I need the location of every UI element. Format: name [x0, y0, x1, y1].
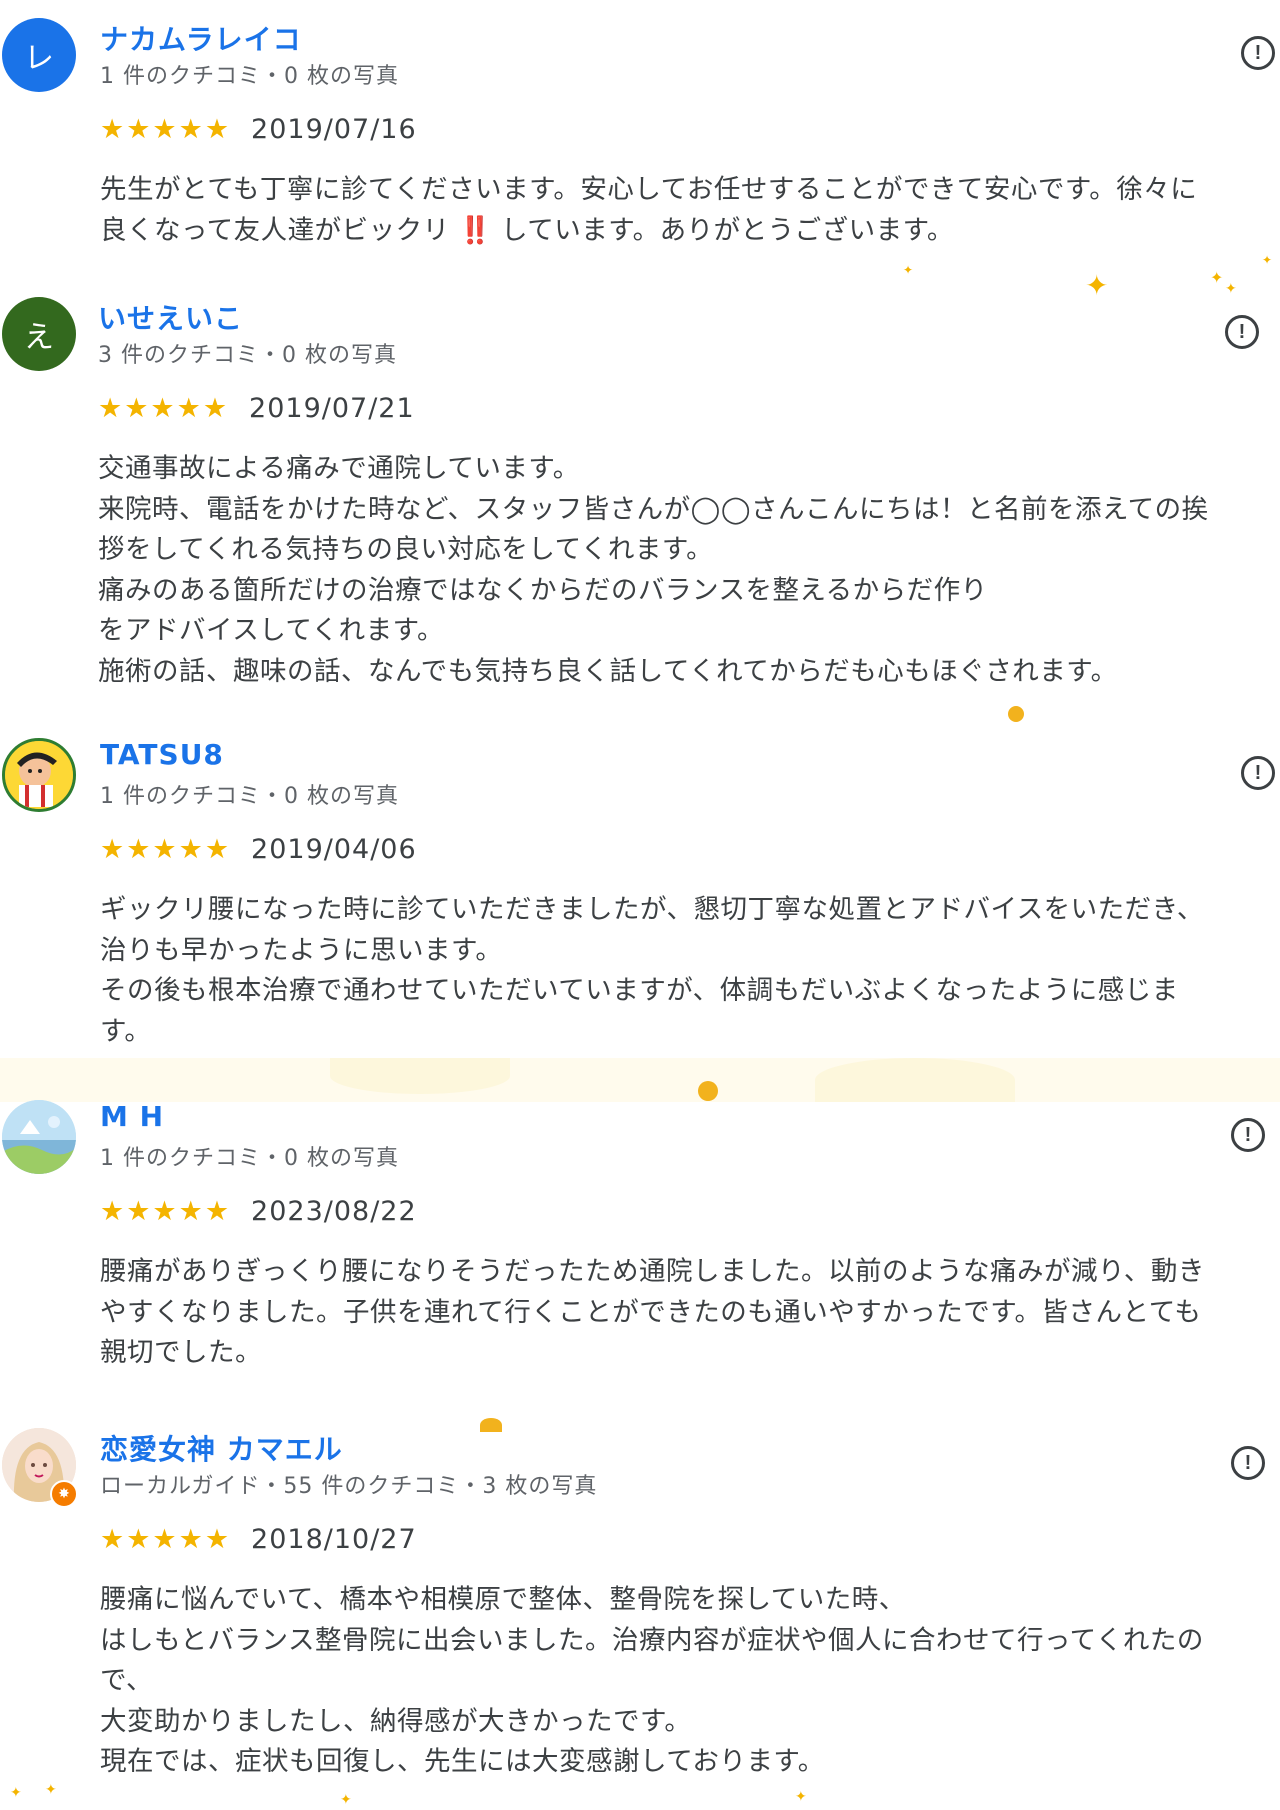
photo-avatar-icon [2, 1100, 76, 1174]
reviewer-name[interactable]: いせえいこ [98, 297, 243, 337]
star-rating: ★★★★★ [98, 393, 230, 424]
sparkle-icon: ✦ [903, 263, 914, 277]
sparkle-icon: ✦ [1262, 253, 1273, 267]
rating-row: ★★★★★ 2023/08/22 [100, 1196, 417, 1227]
rating-row: ★★★★★ 2018/10/27 [100, 1524, 417, 1555]
reviewer-meta: 1 件のクチコミ・0 枚の写真 [100, 1146, 399, 1171]
rating-row: ★★★★★ 2019/07/21 [98, 393, 415, 424]
report-icon[interactable]: ! [1231, 1118, 1265, 1152]
star-rating: ★★★★★ [100, 1524, 232, 1555]
avatar[interactable] [2, 1100, 76, 1174]
report-icon[interactable]: ! [1231, 1446, 1265, 1480]
review-text: 交通事故による痛みで通院しています。 来院時、電話をかけた時など、スタッフ皆さん… [98, 453, 1209, 687]
sparkle-icon: ✦ [1085, 269, 1109, 302]
sparkle-icon: ✦ [340, 1792, 352, 1808]
star-rating: ★★★★★ [100, 1196, 232, 1227]
reviewer-meta: 1 件のクチコミ・0 枚の写真 [100, 64, 399, 89]
avatar[interactable] [2, 738, 76, 812]
rating-row: ★★★★★ 2019/04/06 [100, 834, 417, 865]
review-text: 先生がとても丁寧に診てくださいます。安心してお任せすることができて安心です。徐々… [100, 174, 1198, 246]
decorative-blob [330, 1058, 510, 1094]
reviewer-name[interactable]: 恋愛女神 カマエル [100, 1428, 343, 1468]
background-band [0, 1058, 1280, 1102]
review-text: ギックリ腰になった時に診ていただきましたが、懇切丁寧な処置とアドバイスをいただき… [100, 894, 1204, 1047]
decorative-dot [1008, 706, 1024, 722]
review-date: 2023/08/22 [251, 1196, 417, 1227]
star-rating: ★★★★★ [100, 114, 232, 145]
report-icon[interactable]: ! [1225, 315, 1259, 349]
review-date: 2019/07/21 [249, 393, 415, 424]
reviewer-meta: 3 件のクチコミ・0 枚の写真 [98, 343, 397, 368]
sparkle-icon: ✦ [45, 1782, 57, 1798]
local-guide-badge-icon: ✸ [50, 1480, 78, 1508]
decorative-blob [815, 1058, 1015, 1102]
review-date: 2019/07/16 [251, 114, 417, 145]
reviewer-name[interactable]: ナカムラレイコ [100, 18, 302, 58]
cartoon-avatar-icon [5, 741, 73, 809]
avatar[interactable]: え [2, 297, 76, 371]
sparkle-icon: ✦ [1210, 268, 1224, 287]
report-icon[interactable]: ! [1241, 756, 1275, 790]
decorative-dot [480, 1418, 502, 1432]
sparkle-icon: ✦ [10, 1785, 22, 1801]
avatar[interactable]: レ [2, 18, 76, 92]
star-rating: ★★★★★ [100, 834, 232, 865]
review-text: 腰痛に悩んでいて、橋本や相模原で整体、整骨院を探していた時、 はしもとバランス整… [100, 1584, 1204, 1777]
reviewer-meta: 1 件のクチコミ・0 枚の写真 [100, 784, 399, 809]
review-text: 腰痛がありぎっくり腰になりそうだったため通院しました。以前のような痛みが減り、動… [100, 1256, 1205, 1368]
decorative-dot [698, 1081, 718, 1101]
reviewer-name[interactable]: TATSU8 [100, 738, 224, 771]
sparkle-icon: ✦ [795, 1789, 807, 1805]
review-date: 2018/10/27 [251, 1524, 417, 1555]
sparkle-icon: ✦ [1225, 281, 1237, 297]
reviewer-meta: ローカルガイド・55 件のクチコミ・3 枚の写真 [100, 1474, 598, 1499]
reviewer-name[interactable]: M H [100, 1100, 164, 1133]
report-icon[interactable]: ! [1241, 36, 1275, 70]
rating-row: ★★★★★ 2019/07/16 [100, 114, 417, 145]
review-date: 2019/04/06 [251, 834, 417, 865]
